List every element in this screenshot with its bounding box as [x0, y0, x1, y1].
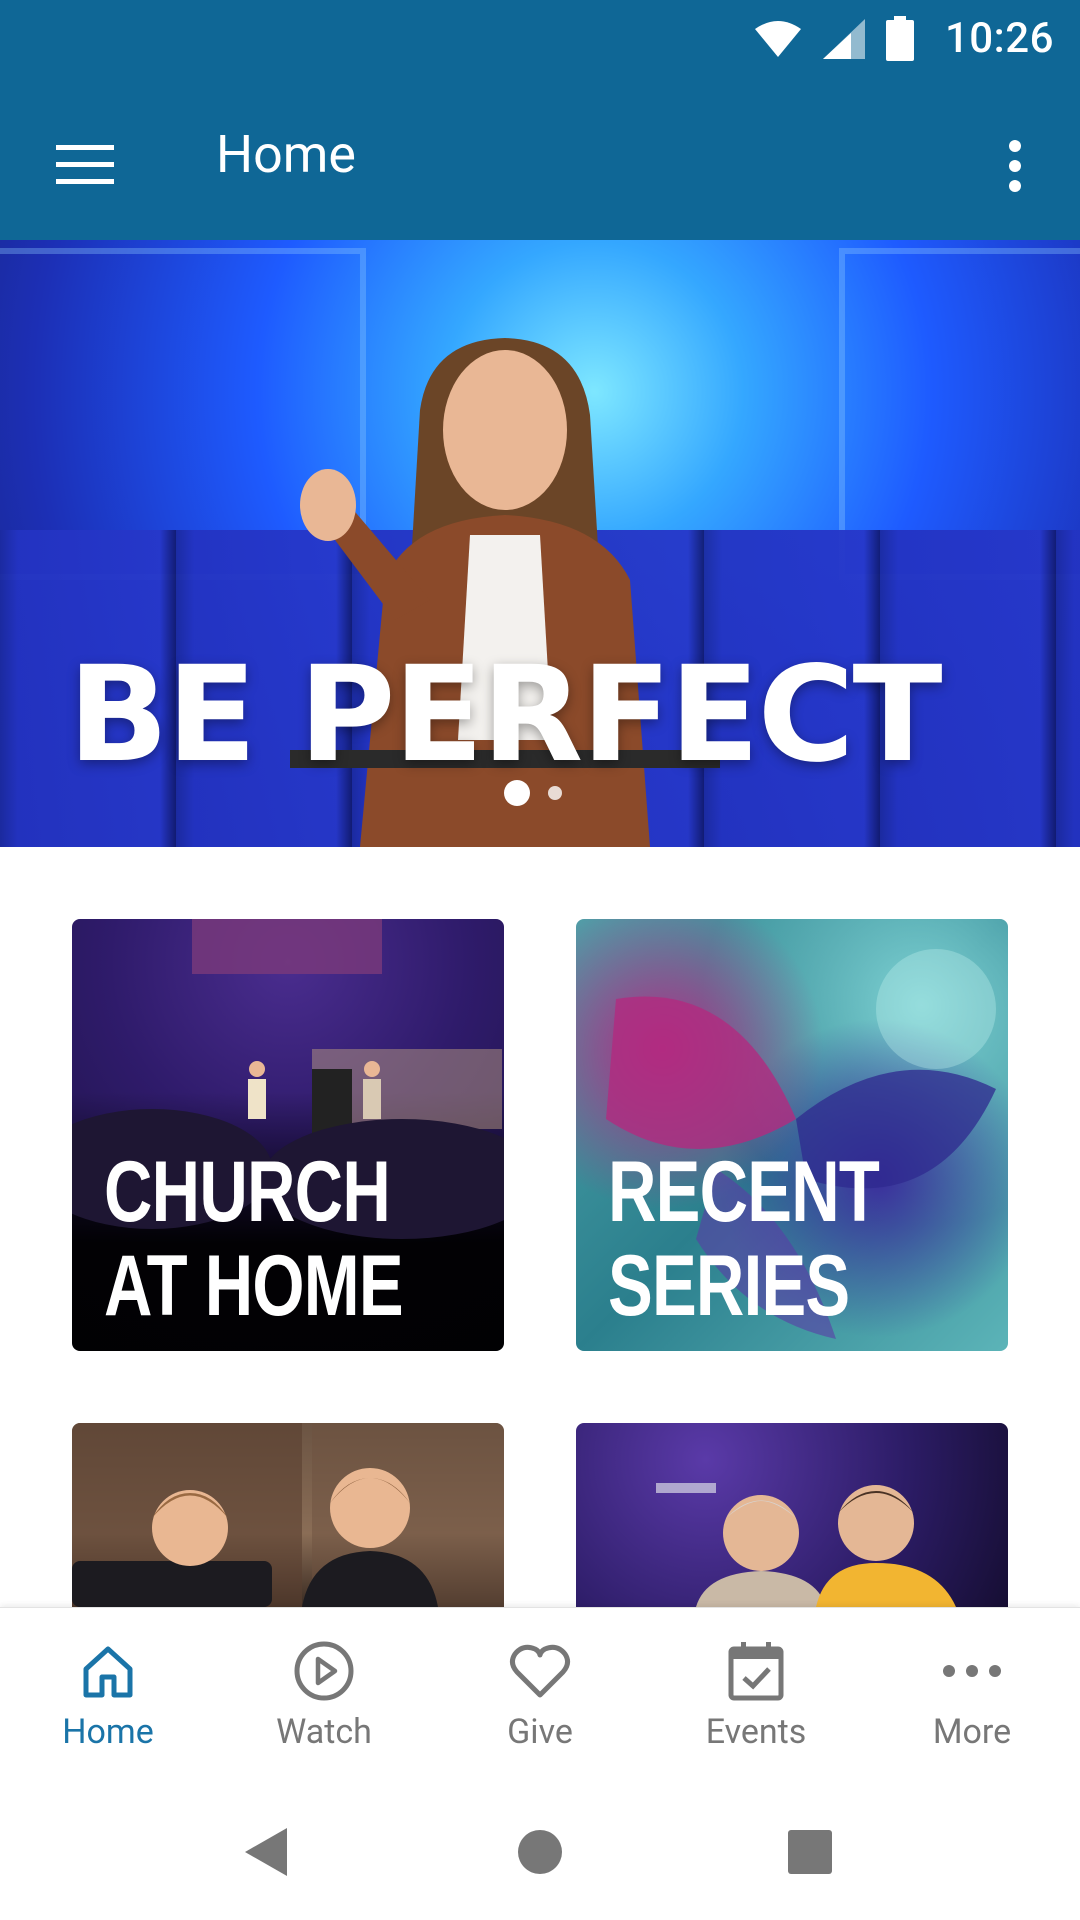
- hero-banner[interactable]: BE PERFECT: [0, 240, 1080, 847]
- nav-item-events[interactable]: Events: [648, 1608, 864, 1783]
- carousel-dot[interactable]: [548, 786, 562, 800]
- carousel-dot-active[interactable]: [504, 780, 530, 806]
- tile-kids[interactable]: [72, 1423, 504, 1607]
- tile-adults[interactable]: [576, 1423, 1008, 1607]
- carousel-indicator: [504, 780, 562, 806]
- adults-image: [656, 1483, 956, 1607]
- status-time: 10:26: [944, 14, 1054, 63]
- status-icons: [753, 16, 915, 66]
- home-icon: [73, 1636, 143, 1706]
- nav-label: More: [932, 1712, 1012, 1752]
- status-bar: 10:26: [0, 0, 1080, 80]
- app-bar: Home: [0, 80, 1080, 240]
- nav-label: Watch: [276, 1712, 372, 1752]
- recents-icon[interactable]: [780, 1822, 840, 1882]
- bottom-navigation: Home Watch Give Events More: [0, 1607, 1080, 1783]
- tile-recent-series[interactable]: RECENT SERIES: [576, 919, 1008, 1351]
- system-navigation-bar: [0, 1782, 1080, 1920]
- wifi-icon: [753, 19, 803, 63]
- calendar-check-icon: [721, 1636, 791, 1706]
- back-icon[interactable]: [236, 1822, 296, 1882]
- nav-label: Give: [507, 1712, 573, 1752]
- kids-image: [72, 1423, 504, 1607]
- more-horiz-icon: [937, 1636, 1007, 1706]
- nav-label: Events: [705, 1712, 807, 1752]
- play-circle-icon: [289, 1636, 359, 1706]
- more-vert-icon[interactable]: [990, 126, 1040, 206]
- tile-label: CHURCH AT HOME: [104, 1144, 404, 1334]
- page-title: Home: [216, 124, 356, 185]
- nav-item-more[interactable]: More: [864, 1608, 1080, 1783]
- battery-icon: [885, 16, 915, 66]
- tile-church-at-home[interactable]: CHURCH AT HOME: [72, 919, 504, 1351]
- hero-title: BE PERFECT: [68, 638, 943, 792]
- signal-icon: [821, 17, 867, 65]
- heart-icon: [505, 1636, 575, 1706]
- nav-item-give[interactable]: Give: [432, 1608, 648, 1783]
- hamburger-menu-icon[interactable]: [50, 130, 120, 200]
- nav-label: Home: [62, 1712, 154, 1752]
- nav-item-watch[interactable]: Watch: [216, 1608, 432, 1783]
- home-button-icon[interactable]: [510, 1822, 570, 1882]
- nav-item-home[interactable]: Home: [0, 1608, 216, 1783]
- tile-label: RECENT SERIES: [608, 1144, 880, 1334]
